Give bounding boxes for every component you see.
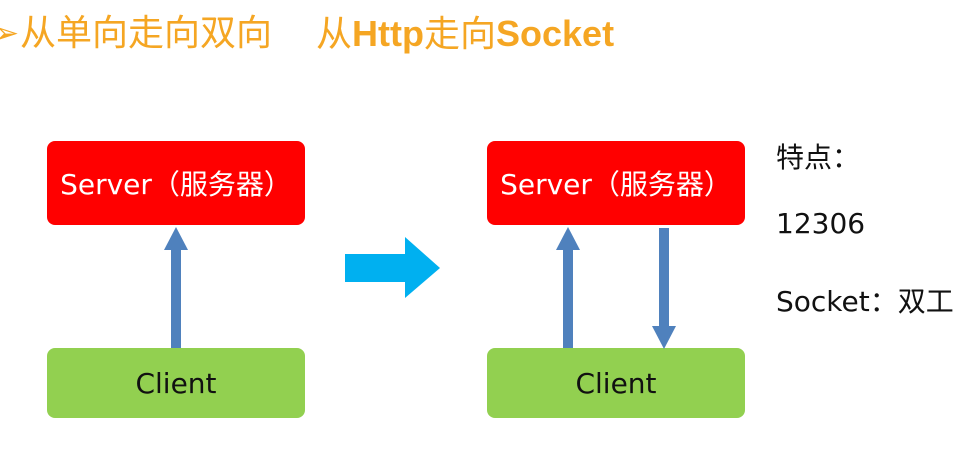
left-upward-arrow-icon	[164, 227, 188, 348]
features-heading: 特点：	[776, 141, 861, 174]
example-text: 12306	[776, 207, 866, 240]
right-upward-arrow-icon	[556, 227, 580, 348]
transition-arrow-icon	[345, 237, 440, 298]
right-downward-arrow-icon	[652, 228, 676, 349]
socket-duplex-text: Socket：双工	[776, 285, 954, 318]
